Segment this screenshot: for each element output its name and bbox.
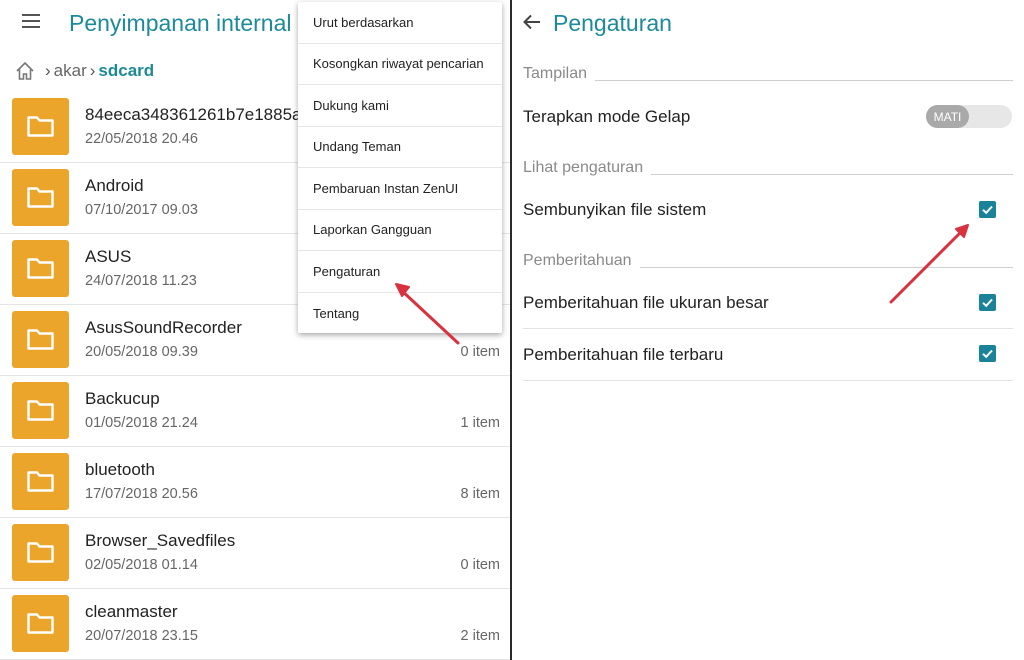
menu-item-invite[interactable]: Undang Teman bbox=[298, 127, 502, 168]
file-date: 20/05/2018 09.39 bbox=[85, 344, 198, 360]
dark-mode-label: Terapkan mode Gelap bbox=[523, 107, 691, 126]
file-name: Android bbox=[85, 176, 144, 195]
notify-new-checkbox[interactable] bbox=[979, 345, 996, 362]
settings-panel: Pengaturan Tampilan Terapkan mode Gelap … bbox=[512, 0, 1024, 660]
file-date: 02/05/2018 01.14 bbox=[85, 557, 198, 573]
home-icon[interactable] bbox=[14, 60, 36, 82]
breadcrumb: › akar › sdcard bbox=[14, 58, 154, 84]
chevron-right-icon: › bbox=[45, 61, 51, 80]
notify-large-checkbox[interactable] bbox=[979, 294, 996, 311]
dark-mode-toggle[interactable]: MATI bbox=[926, 105, 1012, 128]
file-item-count: 1 item bbox=[460, 415, 501, 431]
section-label: Pemberitahuan bbox=[523, 252, 632, 269]
section-label: Tampilan bbox=[523, 65, 588, 82]
breadcrumb-root[interactable]: akar bbox=[54, 61, 87, 81]
folder-icon bbox=[12, 595, 69, 652]
folder-icon bbox=[12, 169, 69, 226]
file-name: ASUS bbox=[85, 247, 132, 266]
menu-item-zenui-update[interactable]: Pembaruan Instan ZenUI bbox=[298, 168, 502, 210]
file-item-count: 0 item bbox=[460, 557, 501, 573]
file-row[interactable]: Browser_Savedfiles 02/05/2018 01.14 0 item bbox=[0, 518, 510, 589]
chevron-right-icon: › bbox=[89, 61, 96, 80]
hide-system-checkbox[interactable] bbox=[979, 201, 996, 218]
file-date: 07/10/2017 09.03 bbox=[85, 202, 198, 218]
folder-icon bbox=[12, 240, 69, 297]
folder-icon bbox=[12, 311, 69, 368]
folder-icon bbox=[12, 524, 69, 581]
menu-icon[interactable] bbox=[22, 14, 42, 30]
file-name: AsusSoundRecorder bbox=[85, 318, 242, 337]
breadcrumb-current[interactable]: sdcard bbox=[98, 61, 154, 81]
settings-title: Pengaturan bbox=[553, 10, 672, 36]
menu-item-support[interactable]: Dukung kami bbox=[298, 85, 502, 127]
file-item-count: 0 item bbox=[460, 344, 501, 360]
back-arrow-icon[interactable] bbox=[522, 12, 542, 32]
file-item-count: 2 item bbox=[460, 628, 501, 644]
check-icon bbox=[982, 349, 993, 359]
file-row[interactable]: Backucup 01/05/2018 21.24 1 item bbox=[0, 376, 510, 447]
file-date: 01/05/2018 21.24 bbox=[85, 415, 198, 431]
file-row[interactable]: bluetooth 17/07/2018 20.56 8 item bbox=[0, 447, 510, 518]
file-date: 17/07/2018 20.56 bbox=[85, 486, 198, 502]
section-label: Lihat pengaturan bbox=[523, 159, 644, 176]
file-name: Backucup bbox=[85, 389, 160, 408]
folder-icon bbox=[12, 382, 69, 439]
notify-new-label: Pemberitahuan file terbaru bbox=[523, 345, 724, 364]
file-date: 22/05/2018 20.46 bbox=[85, 131, 198, 147]
folder-icon bbox=[12, 453, 69, 510]
file-row[interactable]: cleanmaster 20/07/2018 23.15 2 item bbox=[0, 589, 510, 660]
file-manager-panel: Penyimpanan internal › akar › sdcard 84e… bbox=[0, 0, 510, 660]
row-divider bbox=[523, 328, 1013, 329]
check-icon bbox=[982, 298, 993, 308]
file-date: 20/07/2018 23.15 bbox=[85, 628, 198, 644]
file-name: bluetooth bbox=[85, 460, 155, 479]
folder-icon bbox=[12, 98, 69, 155]
menu-item-settings[interactable]: Pengaturan bbox=[298, 251, 502, 293]
row-divider bbox=[523, 380, 1013, 381]
overflow-menu: Urut berdasarkan Kosongkan riwayat penca… bbox=[298, 2, 502, 333]
file-name: cleanmaster bbox=[85, 602, 178, 621]
page-title: Penyimpanan internal bbox=[69, 10, 292, 36]
menu-item-about[interactable]: Tentang bbox=[298, 293, 502, 335]
file-date: 24/07/2018 11.23 bbox=[85, 273, 197, 289]
file-name: Browser_Savedfiles bbox=[85, 531, 236, 550]
menu-item-report[interactable]: Laporkan Gangguan bbox=[298, 210, 502, 251]
section-header-display: Tampilan bbox=[523, 64, 1013, 84]
section-header-view: Lihat pengaturan bbox=[523, 158, 1013, 178]
hide-system-label: Sembunyikan file sistem bbox=[523, 200, 707, 219]
file-name: 84eeca348361261b7e1885a bbox=[85, 105, 302, 124]
file-item-count: 8 item bbox=[460, 486, 501, 502]
notify-large-label: Pemberitahuan file ukuran besar bbox=[523, 293, 769, 312]
menu-item-clear-history[interactable]: Kosongkan riwayat pencarian bbox=[298, 44, 502, 85]
menu-item-sort[interactable]: Urut berdasarkan bbox=[298, 2, 502, 44]
toggle-state: MATI bbox=[926, 105, 969, 128]
section-header-notify: Pemberitahuan bbox=[523, 251, 1013, 271]
check-icon bbox=[982, 205, 993, 215]
